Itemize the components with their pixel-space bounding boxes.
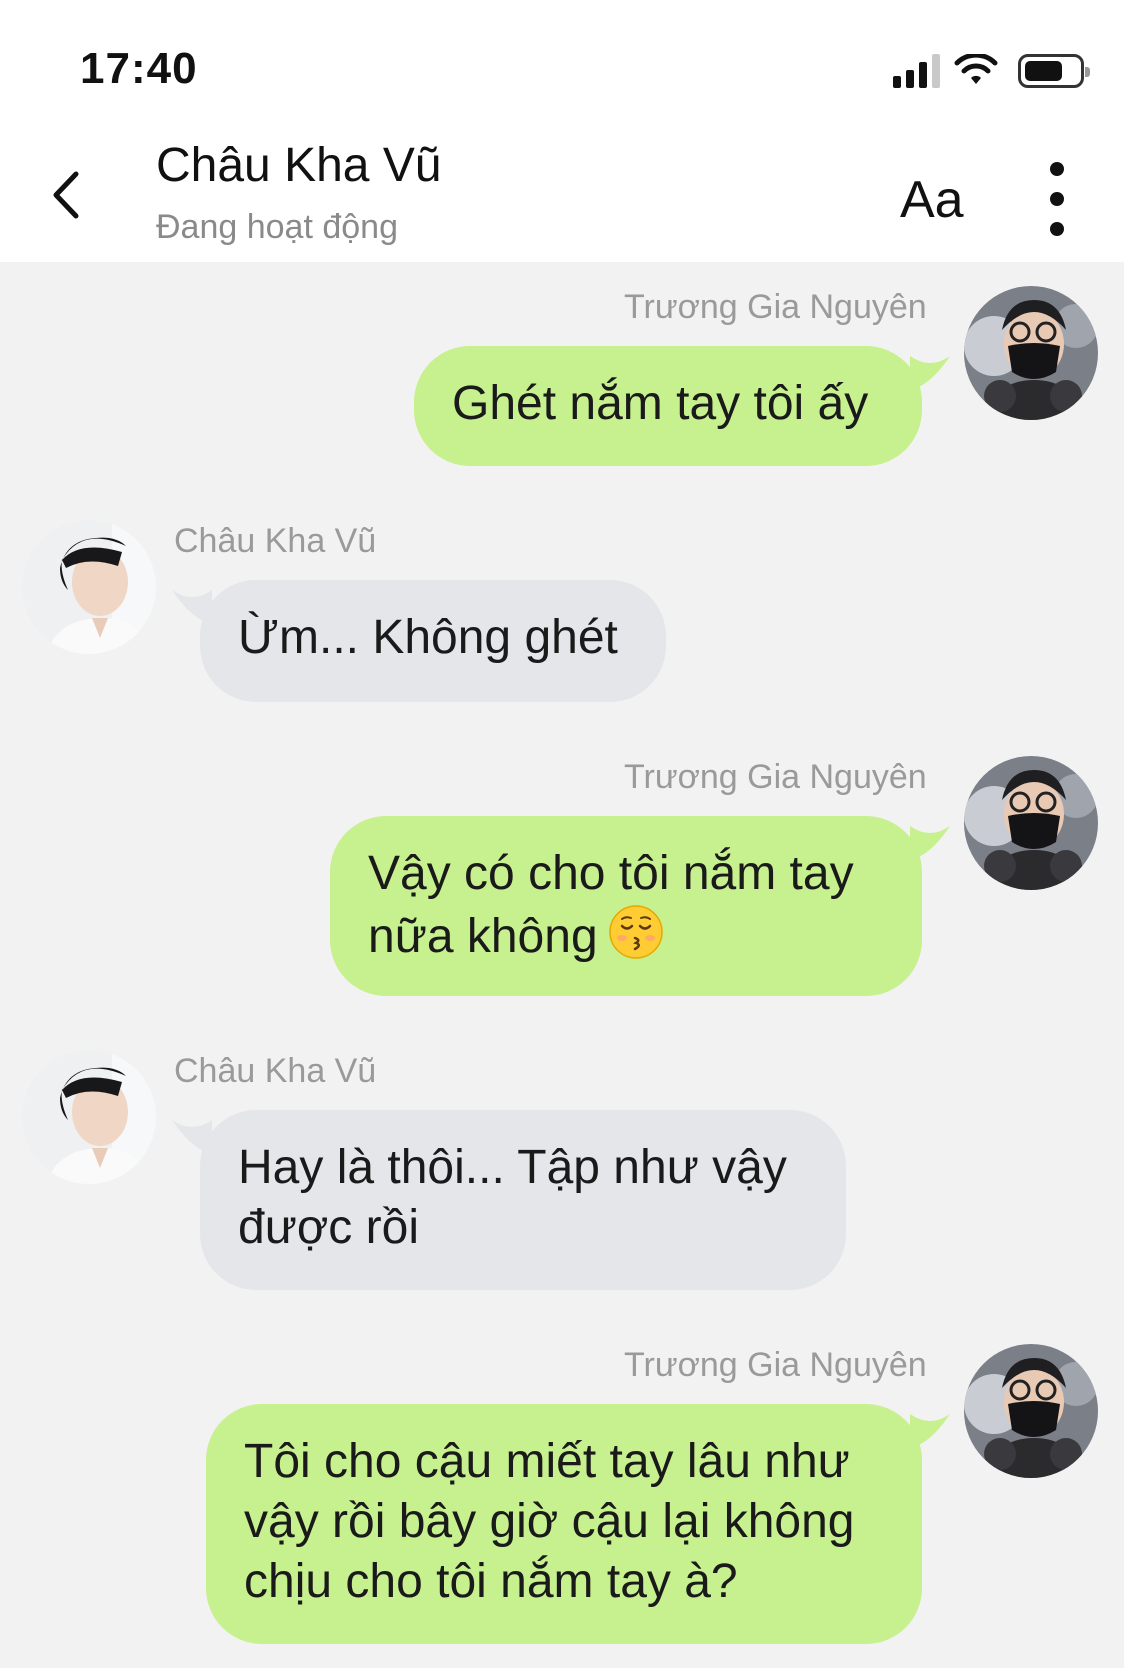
- message-text-line: chịu cho tôi nắm tay à?: [244, 1555, 738, 1608]
- avatar-masked-person-icon: [964, 756, 1098, 890]
- avatar[interactable]: [964, 756, 1098, 890]
- avatar[interactable]: [964, 1344, 1098, 1478]
- wifi-icon: [954, 54, 998, 84]
- dot-icon: [1050, 192, 1064, 206]
- more-options-button[interactable]: [1040, 162, 1074, 236]
- status-time: 17:40: [80, 44, 198, 93]
- message-text-line: Vậy có cho tôi nắm tay: [368, 847, 854, 900]
- message-text-line: được rồi: [238, 1201, 419, 1254]
- sender-name: Châu Kha Vũ: [174, 1052, 377, 1090]
- dot-icon: [1050, 162, 1064, 176]
- header: 17:40 Châu Kha Vũ Đang hoạt động Aa: [0, 0, 1124, 262]
- font-size-button[interactable]: Aa: [900, 170, 964, 230]
- message-bubble-outgoing[interactable]: Vậy có cho tôi nắm tay nữa không: [330, 816, 922, 996]
- message-text: Ừm... Không ghét: [238, 611, 618, 664]
- avatar[interactable]: [22, 520, 156, 654]
- contact-status: Đang hoạt động: [156, 208, 398, 246]
- status-icons: [893, 48, 1090, 88]
- cellular-signal-icon: [893, 54, 940, 88]
- message-text-line: vậy rồi bây giờ cậu lại không: [244, 1495, 855, 1548]
- avatar[interactable]: [22, 1050, 156, 1184]
- dot-icon: [1050, 222, 1064, 236]
- avatar-masked-person-icon: [964, 1344, 1098, 1478]
- avatar[interactable]: [964, 286, 1098, 420]
- avatar-masked-person-icon: [964, 286, 1098, 420]
- sender-name: Trương Gia Nguyên: [624, 758, 927, 796]
- message-bubble-outgoing[interactable]: Tôi cho cậu miết tay lâu như vậy rồi bây…: [206, 1404, 922, 1644]
- kissing-face-closed-eyes-icon: [608, 905, 663, 959]
- contact-name[interactable]: Châu Kha Vũ: [156, 138, 442, 193]
- message-bubble-incoming[interactable]: Hay là thôi... Tập như vậy được rồi: [200, 1110, 846, 1290]
- sender-name: Trương Gia Nguyên: [624, 1346, 927, 1384]
- chevron-left-icon: [53, 171, 79, 219]
- back-button[interactable]: [40, 160, 90, 230]
- avatar-person-icon: [22, 520, 156, 654]
- sender-name: Châu Kha Vũ: [174, 522, 377, 560]
- message-text-line: Tôi cho cậu miết tay lâu như: [244, 1435, 850, 1488]
- message-text-line: nữa không: [368, 904, 884, 967]
- message-bubble-incoming[interactable]: Ừm... Không ghét: [200, 580, 666, 702]
- battery-icon: [1018, 54, 1090, 88]
- sender-name: Trương Gia Nguyên: [624, 288, 927, 326]
- avatar-person-icon: [22, 1050, 156, 1184]
- message-text-line: Hay là thôi... Tập như vậy: [238, 1141, 787, 1194]
- message-text: Ghét nắm tay tôi ấy: [452, 377, 869, 430]
- chat-screen: 17:40 Châu Kha Vũ Đang hoạt động Aa Trươ…: [0, 0, 1124, 1668]
- message-bubble-outgoing[interactable]: Ghét nắm tay tôi ấy: [414, 346, 922, 466]
